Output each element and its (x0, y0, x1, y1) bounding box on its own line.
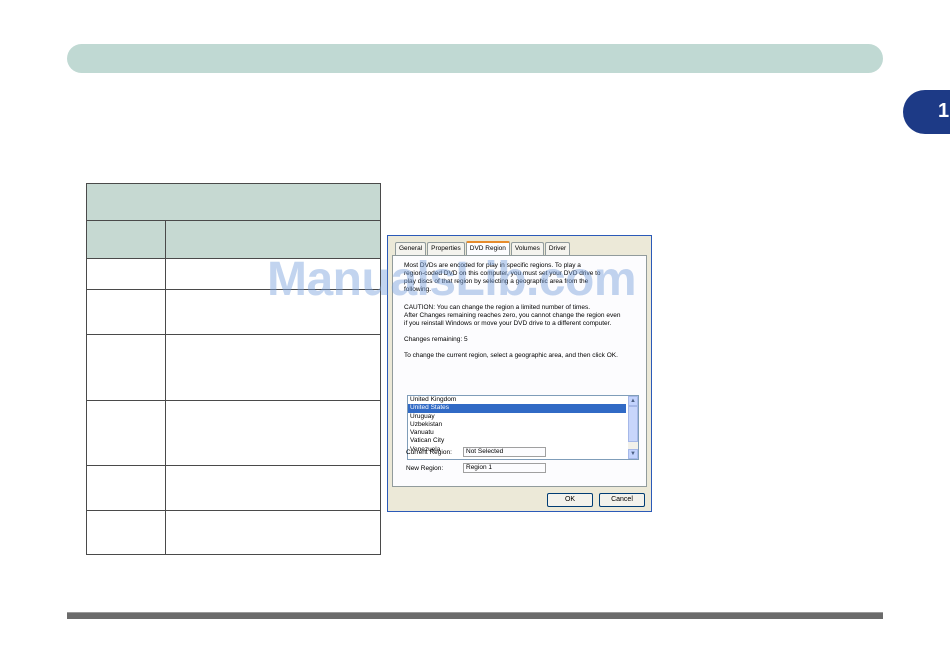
list-item-selected[interactable]: United States (408, 404, 626, 413)
instruction-text: To change the current region, select a g… (404, 352, 618, 359)
table-title (86, 183, 381, 221)
table-header (86, 220, 166, 259)
table-cell (86, 510, 166, 555)
table-cell (86, 400, 166, 466)
list-item[interactable]: Uruguay (408, 413, 626, 421)
table-row (86, 465, 381, 511)
scrollbar[interactable]: ▲ ▼ (628, 396, 638, 459)
region-table (86, 183, 381, 555)
list-item[interactable]: Vatican City (408, 437, 626, 445)
table-row (86, 510, 381, 555)
table-cell (165, 465, 381, 511)
scroll-down-icon[interactable]: ▼ (628, 449, 638, 459)
table-cell (165, 400, 381, 466)
new-region-field: Region 1 (463, 463, 546, 473)
list-item[interactable]: United Kingdom (408, 396, 626, 404)
current-region-field: Not Selected (463, 447, 546, 457)
table-cell (165, 510, 381, 555)
ok-button[interactable]: OK (547, 493, 593, 507)
chapter-number: 1 (938, 100, 950, 122)
watermark: ManualsLib.com (267, 253, 637, 306)
footer-rule (67, 612, 883, 619)
list-item[interactable]: Vanuatu (408, 429, 626, 437)
changes-remaining: Changes remaining: 5 (404, 336, 468, 343)
current-region-label: Current Region: (406, 449, 452, 456)
table-cell (165, 334, 381, 401)
table-cell (86, 465, 166, 511)
table-cell (86, 258, 166, 290)
cancel-button[interactable]: Cancel (599, 493, 645, 507)
table-row (86, 334, 381, 401)
scroll-up-icon[interactable]: ▲ (628, 396, 638, 406)
list-item[interactable]: Uzbekistan (408, 421, 626, 429)
scroll-thumb[interactable] (628, 406, 638, 442)
table-cell (86, 334, 166, 401)
caution-text: CAUTION: You can change the region a lim… (404, 304, 621, 327)
table-cell (86, 289, 166, 335)
table-row (86, 400, 381, 466)
new-region-label: New Region: (406, 465, 444, 472)
header-bar (67, 44, 883, 73)
